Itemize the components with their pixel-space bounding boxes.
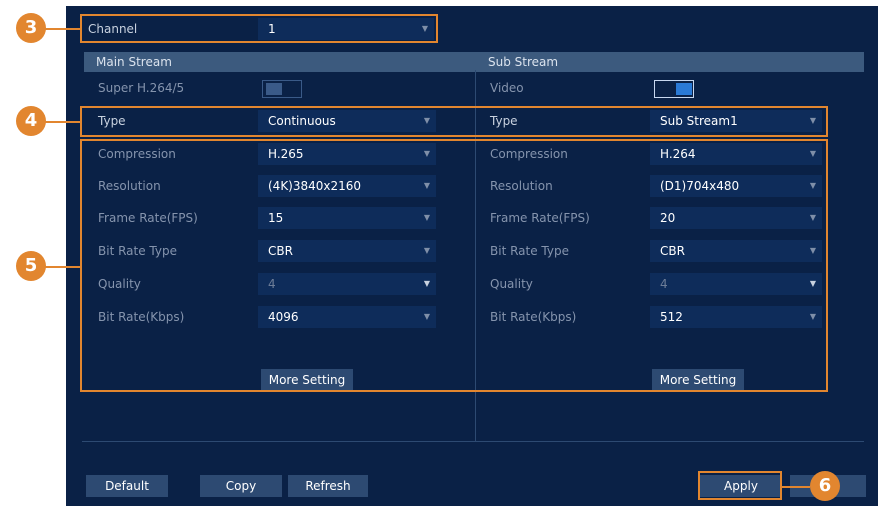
copy-button[interactable]: Copy (200, 475, 282, 497)
callout-4-highlight (80, 106, 828, 137)
toggle-knob (266, 83, 282, 95)
callout-5-highlight (80, 139, 828, 392)
callout-6-highlight (698, 471, 782, 500)
callout-3-badge: 3 (16, 13, 46, 43)
callout-5-connector (44, 266, 82, 268)
callout-6-badge: 6 (810, 471, 840, 501)
main-stream-header: Main Stream (84, 52, 476, 72)
super-h264-toggle[interactable] (262, 80, 302, 98)
video-label: Video (490, 81, 524, 95)
video-toggle[interactable] (654, 80, 694, 98)
callout-6-connector (780, 486, 810, 488)
super-h264-label: Super H.264/5 (98, 81, 185, 95)
callout-4-connector (44, 121, 82, 123)
default-button[interactable]: Default (86, 475, 168, 497)
toggle-knob (676, 83, 692, 95)
callout-3-connector (44, 28, 82, 30)
content-bottom-border (82, 441, 864, 442)
refresh-button[interactable]: Refresh (288, 475, 368, 497)
sub-stream-header: Sub Stream (476, 52, 864, 72)
callout-4-badge: 4 (16, 106, 46, 136)
callout-3-highlight (80, 14, 438, 43)
callout-5-badge: 5 (16, 251, 46, 281)
screenshot: Channel 1 ▼ Main Stream Sub Stream Super… (0, 0, 881, 509)
